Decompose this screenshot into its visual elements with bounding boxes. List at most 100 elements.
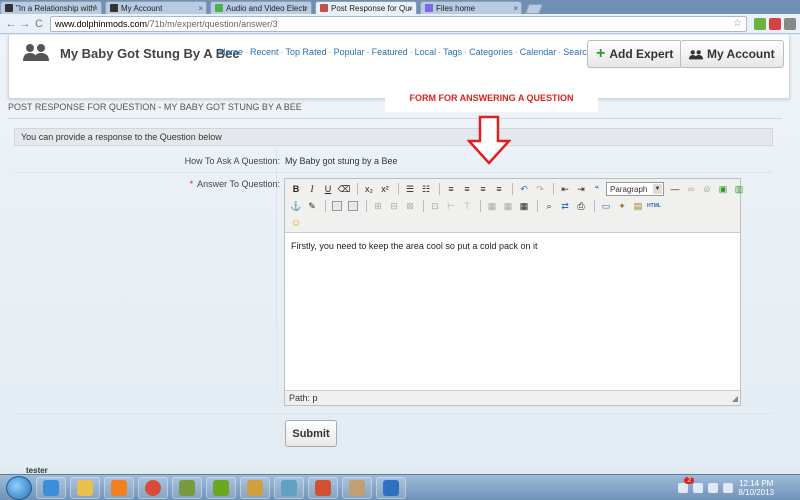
insert-col-icon[interactable]: ⊡ — [428, 199, 442, 213]
subscript-icon[interactable]: x₂ — [362, 182, 376, 196]
anchor-icon[interactable]: ⚓ — [289, 199, 303, 213]
bold-icon[interactable]: B — [289, 182, 303, 196]
clock[interactable]: 12:14 PM 8/10/2013 — [738, 479, 774, 497]
delete-col-icon[interactable]: ⊢ — [444, 199, 458, 213]
close-icon[interactable]: × — [408, 4, 413, 13]
taskbar-explorer-icon[interactable] — [70, 476, 100, 499]
fullscreen-icon[interactable]: ▭ — [599, 199, 613, 213]
ie-icon — [43, 479, 59, 496]
align-left-icon[interactable]: ≡ — [444, 182, 458, 196]
bookmark-star-icon[interactable]: ☆ — [733, 18, 742, 29]
html-icon[interactable]: HTML — [647, 199, 661, 213]
network-icon[interactable] — [708, 482, 719, 493]
back-icon[interactable]: ← — [4, 18, 18, 30]
unlink-icon[interactable]: ⊘ — [700, 182, 714, 196]
nav-link-calendar[interactable]: Calendar — [520, 47, 557, 57]
taskbar-app-icon-9[interactable] — [308, 476, 338, 499]
nav-link-featured[interactable]: Featured — [372, 47, 408, 57]
toolbar-separator — [398, 183, 399, 195]
italic-icon[interactable]: I — [305, 182, 319, 196]
superscript-icon[interactable]: x² — [378, 182, 392, 196]
extension-icon[interactable] — [754, 17, 766, 30]
blockquote-icon[interactable]: “ — [590, 182, 604, 196]
print-icon[interactable]: ⎙ — [574, 199, 588, 213]
forward-icon[interactable]: → — [18, 18, 32, 30]
merge-cells-icon[interactable]: ⊤ — [460, 199, 474, 213]
format-select[interactable]: Paragraph ▼ — [606, 182, 664, 196]
site-title[interactable]: My Baby Got Stung By A Bee — [60, 46, 240, 61]
close-icon[interactable]: × — [513, 4, 518, 13]
taskbar-media-icon[interactable] — [104, 476, 134, 499]
menu-icon[interactable] — [784, 17, 796, 30]
visual-aid-icon[interactable]: ▦ — [517, 199, 531, 213]
nav-link-local[interactable]: Local — [415, 47, 437, 57]
indent-icon[interactable]: ⇥ — [574, 182, 588, 196]
extension-icon-2[interactable] — [769, 17, 781, 30]
add-expert-button[interactable]: + Add Expert — [587, 40, 683, 68]
close-icon[interactable]: × — [198, 4, 203, 13]
nav-link-tags[interactable]: Tags — [443, 47, 462, 57]
browser-tab[interactable]: "In a Relationship with" :- × — [0, 1, 102, 14]
taskbar-app-icon-10[interactable] — [342, 476, 372, 499]
replace-icon[interactable]: ⇄ — [558, 199, 572, 213]
eraser-icon[interactable]: ⌫ — [337, 182, 351, 196]
link-icon[interactable]: ∞ — [684, 182, 698, 196]
emoticon-icon[interactable]: ☺ — [289, 216, 303, 230]
split-cells-icon[interactable]: ▦ — [485, 199, 499, 213]
reload-icon[interactable]: C — [32, 18, 46, 30]
image-icon[interactable]: ▣ — [716, 182, 730, 196]
table-props-icon[interactable] — [346, 199, 360, 213]
notification-icon[interactable]: 2 — [678, 476, 695, 493]
close-icon[interactable]: × — [303, 4, 308, 13]
new-tab-button[interactable] — [525, 4, 543, 14]
users-icon — [689, 49, 703, 59]
taskbar-app-icon-6[interactable] — [206, 476, 236, 499]
nav-link-categories[interactable]: Categories — [469, 47, 513, 57]
align-center-icon[interactable]: ≡ — [460, 182, 474, 196]
underline-icon[interactable]: U — [321, 182, 335, 196]
cleanup-icon[interactable]: ✦ — [615, 199, 629, 213]
tray-icon[interactable] — [693, 482, 704, 493]
numbered-list-icon[interactable]: ☷ — [419, 182, 433, 196]
submit-button[interactable]: Submit — [285, 420, 337, 447]
redo-icon[interactable]: ↷ — [533, 182, 547, 196]
outdent-icon[interactable]: ⇤ — [558, 182, 572, 196]
table-icon[interactable] — [330, 199, 344, 213]
taskbar-app-icon-8[interactable] — [274, 476, 304, 499]
paste-icon[interactable]: ▤ — [631, 199, 645, 213]
browser-tab[interactable]: Files home × — [420, 1, 522, 14]
insert-row-icon[interactable]: ⊠ — [403, 199, 417, 213]
nav-link-recent[interactable]: Recent — [250, 47, 279, 57]
bullet-list-icon[interactable]: ☰ — [403, 182, 417, 196]
volume-icon[interactable] — [723, 482, 734, 493]
taskbar-ie-icon[interactable] — [36, 476, 66, 499]
grid-icon[interactable]: ▦ — [501, 199, 515, 213]
answer-editor[interactable]: B I U ⌫ x₂ x² ☰ ☷ ≡ ≡ ≡ ≡ ↶ ↷ ⇤ ⇥ “ Para… — [284, 178, 743, 406]
taskbar-app-icon-7[interactable] — [240, 476, 270, 499]
toolbar-separator — [325, 200, 326, 212]
address-bar[interactable]: www.dolphinmods.com/71b/m/expert/questio… — [50, 15, 747, 32]
align-justify-icon[interactable]: ≡ — [492, 182, 506, 196]
undo-icon[interactable]: ↶ — [517, 182, 531, 196]
browser-tab[interactable]: Post Response for Questio× — [315, 1, 417, 14]
taskbar-app-icon-11[interactable] — [376, 476, 406, 499]
my-account-button[interactable]: My Account — [680, 40, 784, 68]
close-icon[interactable]: × — [93, 4, 98, 13]
nav-link-popular[interactable]: Popular — [334, 47, 365, 57]
nav-link-home[interactable]: Home — [219, 47, 243, 57]
browser-tab[interactable]: Audio and Video Electron× — [210, 1, 312, 14]
horizontal-rule-icon[interactable]: — — [668, 182, 682, 196]
browser-tab[interactable]: My Account × — [105, 1, 207, 14]
taskbar-app-icon-5[interactable] — [172, 476, 202, 499]
taskbar-chrome-icon[interactable] — [138, 476, 168, 499]
media-icon[interactable]: ▥ — [732, 182, 746, 196]
nav-link-top-rated[interactable]: Top Rated — [286, 47, 327, 57]
binoculars-icon[interactable]: ⌕ — [542, 199, 556, 213]
row-props-icon[interactable]: ⊞ — [371, 199, 385, 213]
editor-content[interactable]: Firstly, you need to keep the area cool … — [285, 233, 740, 390]
align-right-icon[interactable]: ≡ — [476, 182, 490, 196]
edit-html-icon[interactable]: ✎ — [305, 199, 319, 213]
start-button[interactable] — [6, 475, 32, 500]
cell-props-icon[interactable]: ⊟ — [387, 199, 401, 213]
resize-handle-icon[interactable]: ◢ — [732, 394, 738, 403]
